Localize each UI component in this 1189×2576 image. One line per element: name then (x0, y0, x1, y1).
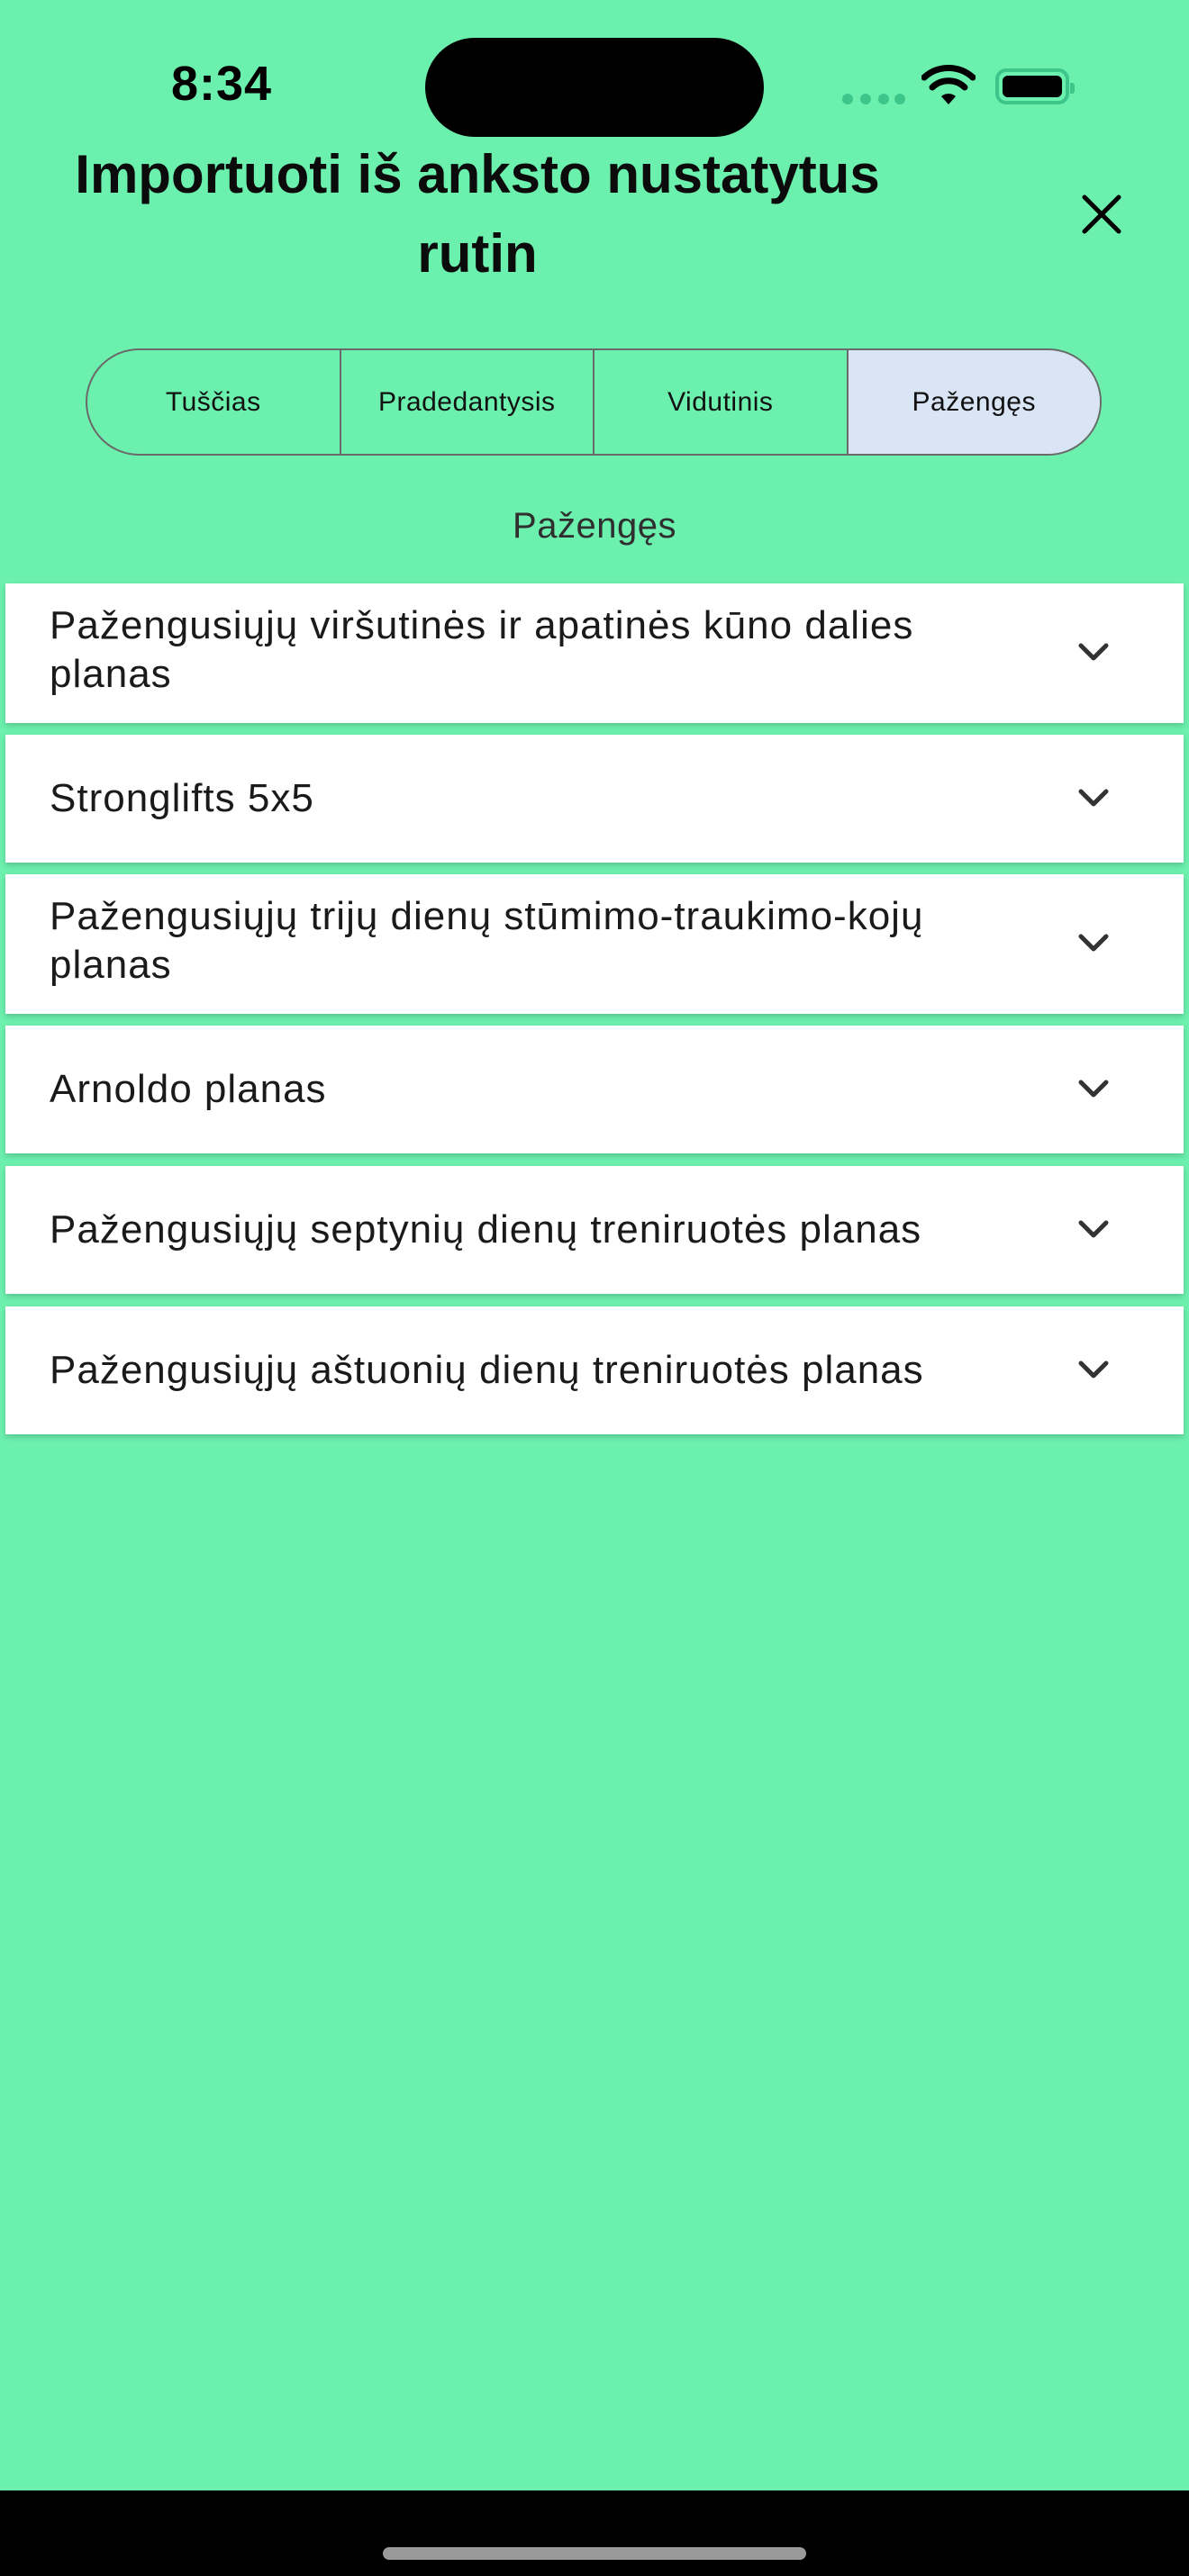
wifi-icon (921, 65, 976, 104)
routine-item[interactable]: Stronglifts 5x5 (5, 735, 1184, 863)
section-label: Pažengęs (513, 506, 676, 546)
routine-label: Pažengusiųjų trijų dienų stūmimo-traukim… (50, 894, 924, 987)
routine-item[interactable]: Pažengusiųjų viršutinės ir apatinės kūno… (5, 583, 1184, 723)
segment-vidutinis[interactable]: Vidutinis (594, 350, 849, 454)
close-icon (1082, 194, 1121, 234)
chevron-down-icon (1076, 635, 1112, 671)
routine-item[interactable]: Pažengusiųjų septynių dienų treniruotės … (5, 1166, 1184, 1294)
routine-item[interactable]: Pažengusiųjų aštuonių dienų treniruotės … (5, 1306, 1184, 1434)
chevron-down-icon (1076, 1352, 1112, 1388)
bottom-bar (0, 2490, 1189, 2576)
battery-icon (995, 68, 1075, 104)
dynamic-island (425, 38, 764, 137)
status-time: 8:34 (171, 57, 273, 111)
segment-tuscias[interactable]: Tuščias (87, 350, 341, 454)
close-button[interactable] (1072, 185, 1131, 244)
signal-dots-icon (842, 94, 905, 104)
chevron-down-icon (1076, 926, 1112, 962)
segment-pazenges[interactable]: Pažengęs (848, 350, 1100, 454)
screen: 8:34 Importuoti iš anksto nustatytus rut… (0, 0, 1189, 2576)
routine-item[interactable]: Arnoldo planas (5, 1026, 1184, 1153)
chevron-down-icon (1076, 781, 1112, 817)
difficulty-segmented-control: Tuščias Pradedantysis Vidutinis Pažengęs (86, 348, 1102, 456)
routine-label: Stronglifts 5x5 (50, 776, 314, 820)
segment-pradedantysis[interactable]: Pradedantysis (341, 350, 594, 454)
home-indicator[interactable] (383, 2547, 806, 2560)
routine-label: Pažengusiųjų aštuonių dienų treniruotės … (50, 1348, 924, 1392)
chevron-down-icon (1076, 1071, 1112, 1107)
page-title: Importuoti iš anksto nustatytus rutin (75, 144, 880, 284)
routine-label: Arnoldo planas (50, 1067, 327, 1111)
chevron-down-icon (1076, 1212, 1112, 1248)
routine-item[interactable]: Pažengusiųjų trijų dienų stūmimo-traukim… (5, 874, 1184, 1014)
routine-label: Pažengusiųjų viršutinės ir apatinės kūno… (50, 603, 914, 696)
routine-label: Pažengusiųjų septynių dienų treniruotės … (50, 1207, 922, 1252)
